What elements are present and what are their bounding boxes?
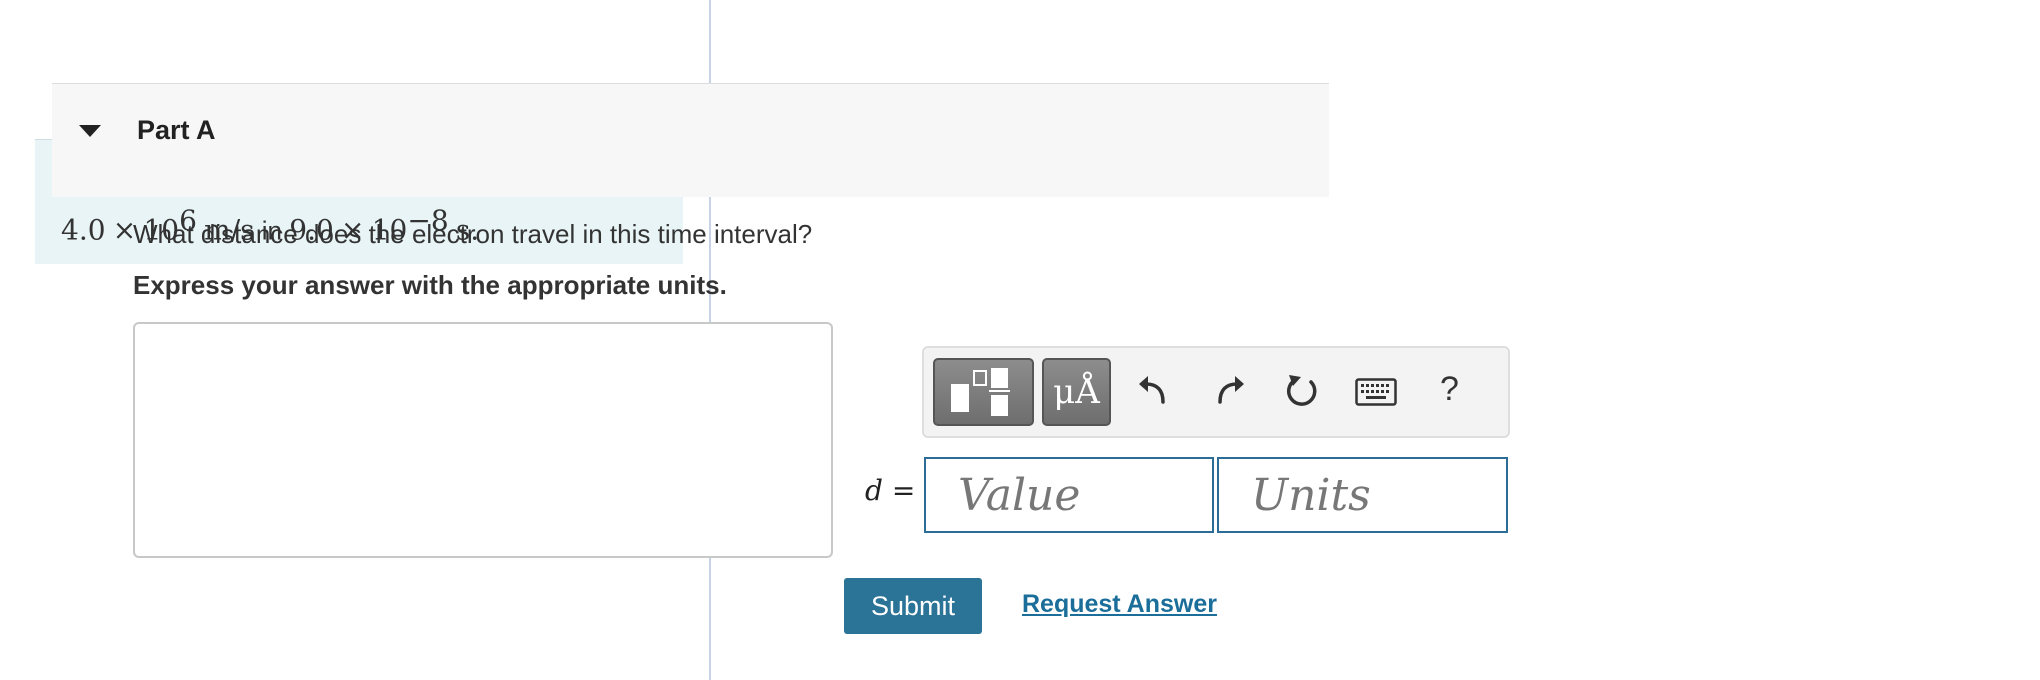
units-input[interactable]: [1217, 457, 1508, 533]
redo-icon[interactable]: [1212, 372, 1248, 408]
reset-icon[interactable]: [1283, 372, 1321, 410]
part-header[interactable]: [52, 83, 1329, 197]
help-icon[interactable]: ?: [1440, 370, 1459, 409]
keyboard-icon[interactable]: [1355, 378, 1397, 406]
units-button[interactable]: μÅ: [1042, 358, 1111, 426]
answer-variable-label: d =: [865, 474, 915, 507]
collapse-caret-icon[interactable]: [79, 125, 101, 137]
undo-icon[interactable]: [1135, 372, 1171, 408]
request-answer-link[interactable]: Request Answer: [1022, 590, 1217, 619]
part-title[interactable]: Part A: [137, 115, 216, 146]
answer-variable: d: [865, 474, 883, 507]
units-icon: μÅ: [1053, 372, 1100, 412]
value-input[interactable]: [924, 457, 1214, 533]
submit-button[interactable]: Submit: [844, 578, 982, 634]
answer-box: [133, 322, 833, 558]
speed-mantissa: 4.0: [61, 213, 106, 247]
question-text: What distance does the electron travel i…: [133, 219, 813, 249]
equals-sign: =: [891, 474, 916, 507]
templates-button[interactable]: [933, 358, 1034, 426]
instruction-text: Express your answer with the appropriate…: [133, 270, 727, 300]
